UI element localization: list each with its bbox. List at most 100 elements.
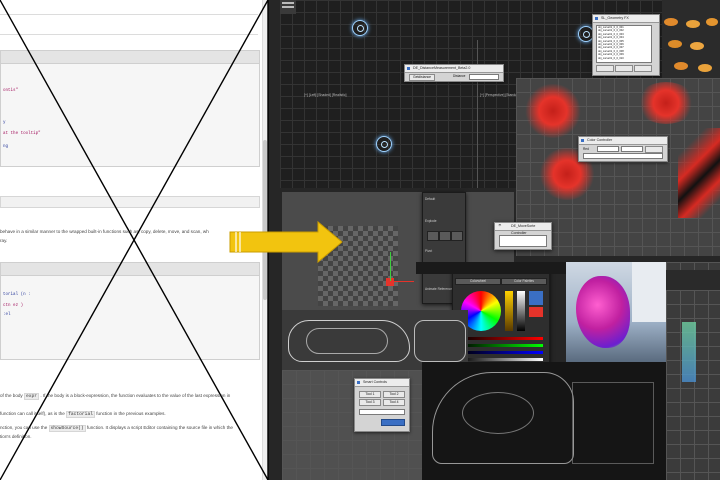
tool-button[interactable]: Tool 4 bbox=[383, 399, 405, 406]
blue-slider[interactable] bbox=[459, 351, 543, 354]
tool-button[interactable]: Tool 3 bbox=[359, 399, 381, 406]
thumbnail[interactable] bbox=[686, 20, 700, 28]
particle-cluster bbox=[636, 82, 696, 124]
code-block-toolbar bbox=[1, 263, 259, 276]
thumbnail[interactable] bbox=[664, 18, 678, 26]
thumbnail-strip[interactable] bbox=[662, 0, 720, 78]
car-wireframe bbox=[306, 328, 388, 354]
panel-label: Default bbox=[425, 197, 436, 201]
inline-code: expr bbox=[24, 393, 40, 400]
panel-row[interactable]: Pivot bbox=[425, 249, 463, 254]
divider bbox=[0, 14, 258, 15]
viewport-corner-line bbox=[282, 6, 294, 8]
steering-wheel-wireframe bbox=[462, 392, 534, 434]
panel-button[interactable] bbox=[439, 231, 451, 241]
interior-render-viewport[interactable] bbox=[422, 362, 666, 480]
picker-header-strip bbox=[416, 262, 566, 274]
node-icon[interactable] bbox=[376, 136, 392, 152]
thumbnail[interactable] bbox=[706, 18, 718, 26]
paragraph-text: nction, you can use the showSource() fun… bbox=[0, 425, 233, 432]
car-wireframe-viewport[interactable] bbox=[282, 310, 468, 370]
red-slider[interactable] bbox=[459, 337, 543, 340]
geometry-list-item[interactable]: obj_curve01_0_0_010 bbox=[598, 57, 651, 60]
character-panel bbox=[666, 270, 720, 290]
panel-button[interactable] bbox=[427, 231, 439, 241]
section-bar bbox=[0, 196, 260, 208]
checker-texture bbox=[318, 226, 398, 306]
document-scrollbar-thumb[interactable] bbox=[263, 140, 267, 300]
gizmo-axis bbox=[390, 281, 414, 282]
building-backdrop bbox=[632, 262, 666, 322]
code-line: at the tooltip" bbox=[3, 132, 41, 136]
paragraph-text: tion's definition. bbox=[0, 434, 32, 439]
color-swatch[interactable] bbox=[529, 291, 543, 305]
app-icon bbox=[595, 17, 598, 20]
inline-code: factorial bbox=[66, 411, 95, 418]
code-block[interactable]: ontis" y at the tooltip" ng bbox=[0, 50, 260, 167]
hair-render-viewport[interactable] bbox=[566, 262, 666, 362]
seat-wireframe bbox=[572, 382, 654, 464]
thumbnail[interactable] bbox=[698, 64, 712, 72]
code-block-toolbar bbox=[1, 51, 259, 64]
paragraph-text: of the body expr . If the body is a bloc… bbox=[0, 393, 231, 400]
geometry-list[interactable]: obj_curve01_0_0_001 obj_curve01_0_0_002 ob… bbox=[596, 25, 652, 63]
particle-cluster bbox=[524, 84, 582, 138]
app-icon bbox=[357, 381, 360, 384]
panel-row[interactable]: Explode bbox=[425, 219, 463, 224]
dialog-titlebar[interactable]: SL_Geometry FX bbox=[593, 15, 659, 23]
smart-field[interactable] bbox=[359, 409, 405, 415]
gizmo-axis bbox=[390, 252, 391, 282]
alpha-slider[interactable] bbox=[517, 291, 525, 331]
thumbnail[interactable] bbox=[668, 40, 682, 48]
dialog-titlebar[interactable]: Smart Controls bbox=[355, 379, 409, 387]
dialog-titlebar[interactable]: ◓ DE_MoveSorte Controller bbox=[495, 223, 551, 235]
move-controller-dialog[interactable]: ◓ DE_MoveSorte Controller bbox=[494, 222, 552, 250]
color-swatch[interactable] bbox=[529, 307, 543, 317]
dialog-titlebar[interactable]: DE_DistanceMeasurement_Beta2.0 bbox=[405, 65, 503, 73]
color-field[interactable] bbox=[597, 146, 619, 152]
character-figure bbox=[682, 322, 696, 382]
paragraph-text: function can call itself), as is the fac… bbox=[0, 411, 166, 418]
character-viewport[interactable] bbox=[666, 262, 720, 480]
apply-button[interactable] bbox=[381, 419, 405, 426]
panel-label: Pivot bbox=[425, 249, 433, 253]
alpha-slider-horizontal[interactable] bbox=[459, 358, 543, 361]
hair-model bbox=[576, 276, 630, 348]
panel-label: Explode bbox=[425, 219, 437, 223]
viewport-label: [+] [Left] [Shaded] [Realistic] bbox=[304, 93, 347, 97]
list-button[interactable] bbox=[596, 65, 614, 72]
distance-field[interactable] bbox=[469, 74, 499, 80]
tab-colorwheel[interactable]: Colorwheel bbox=[455, 278, 501, 285]
node-icon[interactable] bbox=[352, 20, 368, 36]
code-block[interactable]: torial (n : ctn ez ) :el bbox=[0, 262, 260, 360]
distance-dialog[interactable]: DE_DistanceMeasurement_Beta2.0 Getdistan… bbox=[404, 64, 504, 82]
thumbnail[interactable] bbox=[690, 42, 704, 50]
panel-row[interactable]: Default bbox=[425, 197, 463, 202]
get-distance-button[interactable]: Getdistance bbox=[409, 74, 435, 81]
list-button[interactable] bbox=[634, 65, 652, 72]
panel-button[interactable] bbox=[451, 231, 463, 241]
list-button[interactable] bbox=[615, 65, 633, 72]
code-line: torial (n : bbox=[3, 293, 31, 297]
smart-controls-dialog[interactable]: Smart Controls Tool 1 Tool 2 Tool 3 Tool… bbox=[354, 378, 410, 432]
geometry-list-dialog[interactable]: SL_Geometry FX obj_curve01_0_0_001 obj_cu… bbox=[592, 14, 660, 76]
color-field[interactable] bbox=[621, 146, 643, 152]
tool-button[interactable]: Tool 2 bbox=[383, 391, 405, 398]
value-slider[interactable] bbox=[505, 291, 513, 331]
viewport-corner-line bbox=[282, 2, 294, 4]
divider bbox=[0, 34, 258, 35]
thumbnail[interactable] bbox=[674, 62, 688, 70]
inline-code: showSource() bbox=[48, 425, 86, 432]
apply-button[interactable] bbox=[645, 146, 663, 153]
color-slider[interactable] bbox=[583, 153, 663, 159]
color-controller-dialog[interactable]: Color Controller Red bbox=[578, 136, 668, 162]
teapot-icon: ◓ bbox=[498, 223, 502, 229]
controller-list[interactable] bbox=[499, 235, 547, 247]
dialog-titlebar[interactable]: Color Controller bbox=[579, 137, 667, 145]
green-slider[interactable] bbox=[459, 344, 543, 347]
distance-label: Distance bbox=[453, 74, 466, 78]
paragraph-text: ray. bbox=[0, 238, 8, 243]
tool-button[interactable]: Tool 1 bbox=[359, 391, 381, 398]
tab-color-palettes[interactable]: Color Palettes bbox=[501, 278, 547, 285]
code-line: :el bbox=[3, 313, 11, 317]
